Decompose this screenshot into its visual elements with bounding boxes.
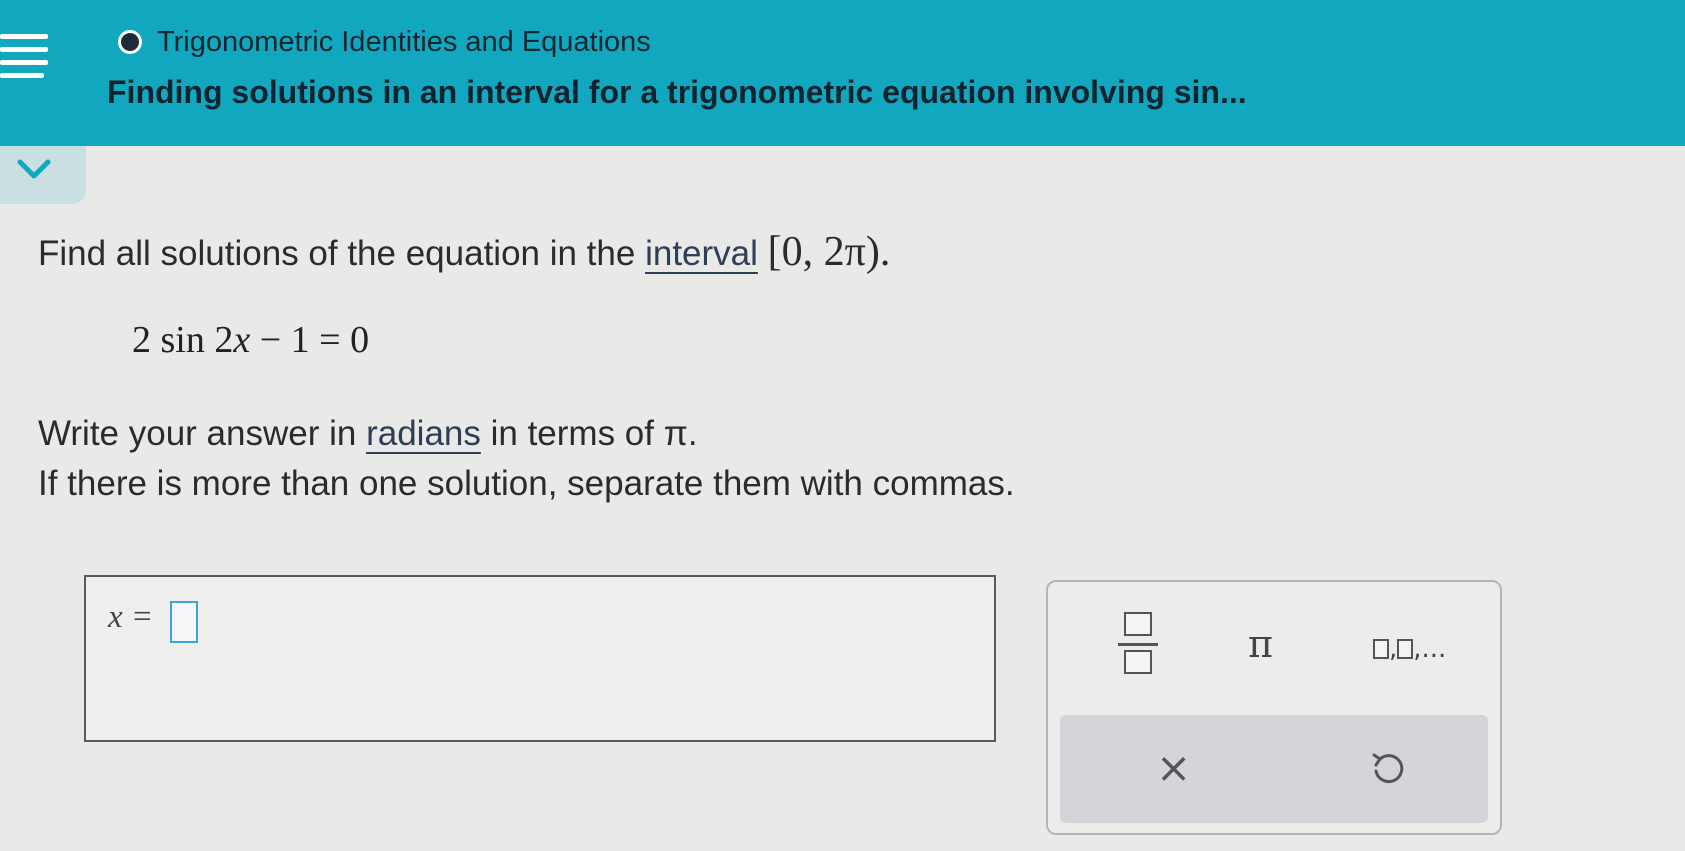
keypad-actions: × <box>1060 715 1488 823</box>
radians-link[interactable]: radians <box>366 414 481 453</box>
topic-progress-icon <box>118 30 142 54</box>
undo-icon <box>1372 753 1404 784</box>
answer-label: x = <box>108 599 154 635</box>
equation-rest: − 1 = 0 <box>250 319 370 361</box>
equation: 2 sin 2x − 1 = 0 <box>132 318 369 362</box>
math-keypad: π ,,... × <box>1046 580 1502 835</box>
topic-title: Trigonometric Identities and Equations <box>157 26 651 58</box>
sequence-suffix: ,... <box>1413 634 1447 664</box>
sequence-icon: , <box>1373 634 1414 664</box>
sequence-button[interactable]: ,,... <box>1373 634 1446 664</box>
equation-coef: 2 sin 2 <box>132 319 234 361</box>
answer-area: x = <box>84 575 996 742</box>
instruction-line-1: Write your answer in radians in terms of… <box>38 414 698 454</box>
collapse-header-button[interactable] <box>0 146 86 204</box>
instruction-end-text: in terms of π. <box>480 414 698 453</box>
equation-variable: x <box>233 319 251 361</box>
interval-link[interactable]: interval <box>645 234 758 273</box>
interval-expression: [0, 2π). <box>767 229 891 275</box>
instruction-text: Write your answer in <box>38 414 367 453</box>
instruction-line-2: If there is more than one solution, sepa… <box>38 464 1015 503</box>
answer-input[interactable] <box>170 601 198 643</box>
question-prompt: Find all solutions of the equation in th… <box>38 228 890 276</box>
pi-button[interactable]: π <box>1248 622 1273 666</box>
chevron-down-icon <box>17 159 51 179</box>
lesson-title: Finding solutions in an interval for a t… <box>107 74 1247 110</box>
top-header: Trigonometric Identities and Equations F… <box>0 0 1685 146</box>
clear-button[interactable]: × <box>1156 743 1191 792</box>
undo-button[interactable] <box>1368 749 1408 789</box>
fraction-button[interactable] <box>1118 610 1158 680</box>
prompt-text: Find all solutions of the equation in th… <box>38 234 646 273</box>
hamburger-menu-icon[interactable] <box>0 30 50 82</box>
